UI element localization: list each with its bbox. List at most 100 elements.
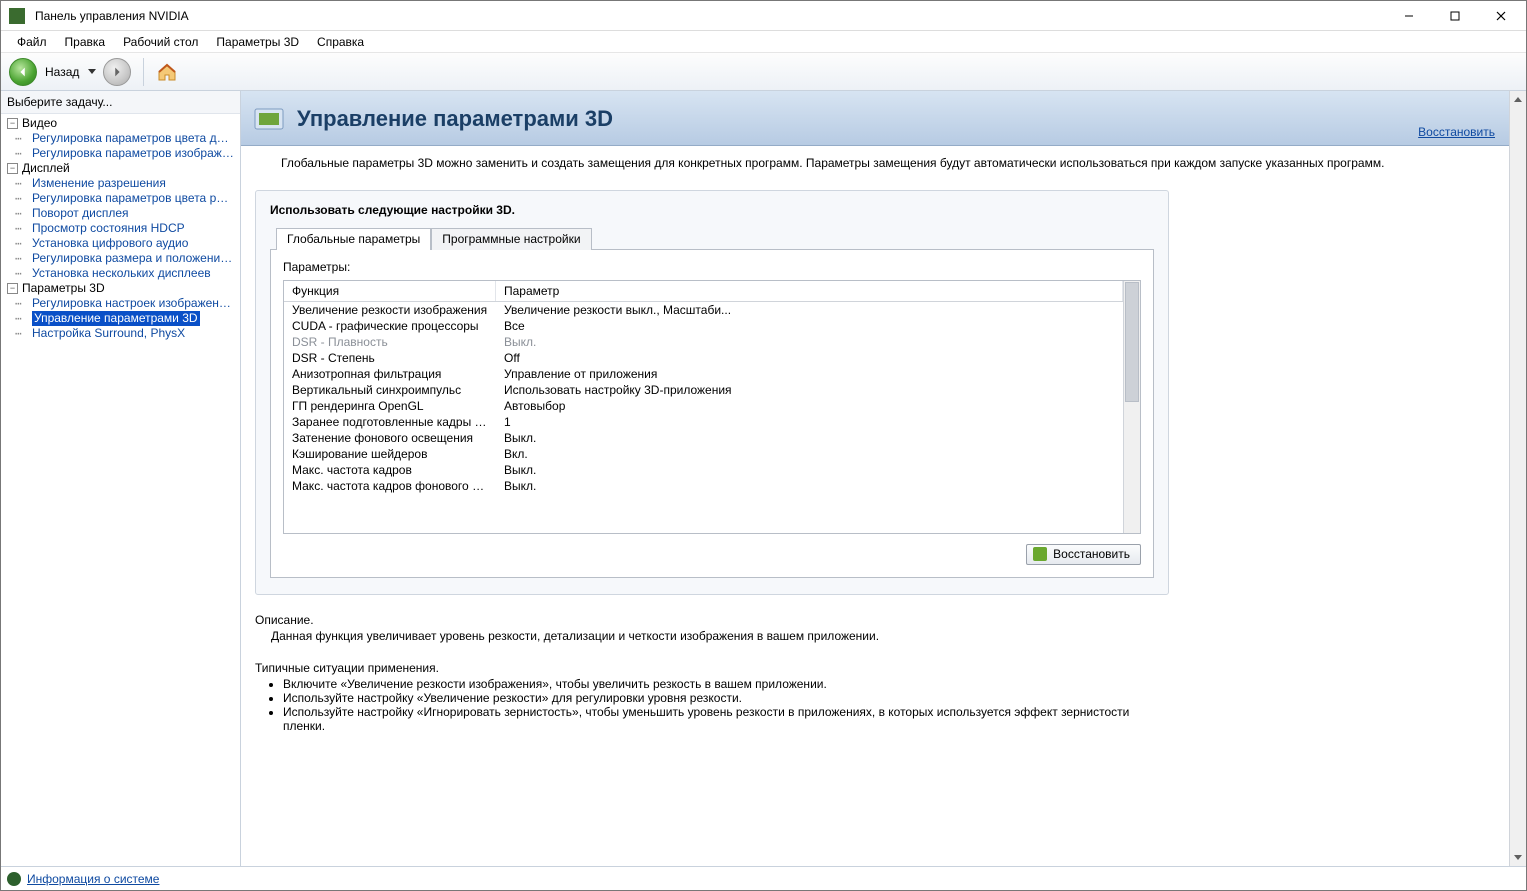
scroll-down-icon[interactable] — [1510, 849, 1526, 866]
description-block: Описание. Данная функция увеличивает уро… — [241, 605, 1509, 647]
table-row[interactable]: Заранее подготовленные кадры вирту...1 — [284, 414, 1123, 430]
cell-function: Кэширование шейдеров — [284, 446, 496, 462]
toolbar: Назад — [1, 53, 1526, 91]
minimize-button[interactable] — [1386, 1, 1432, 31]
cell-function: ГП рендеринга OpenGL — [284, 398, 496, 414]
toolbar-separator — [143, 58, 144, 86]
close-button[interactable] — [1478, 1, 1524, 31]
collapse-icon[interactable]: − — [7, 283, 18, 294]
table-row[interactable]: Макс. частота кадров фонового прило...Вы… — [284, 478, 1123, 494]
maximize-button[interactable] — [1432, 1, 1478, 31]
tree-item[interactable]: Регулировка размера и положения рабо — [32, 251, 234, 266]
cell-function: Макс. частота кадров — [284, 462, 496, 478]
back-label[interactable]: Назад — [45, 65, 79, 79]
usage-item: Используйте настройку «Игнорировать зерн… — [283, 705, 1169, 733]
table-row[interactable]: Увеличение резкости изображенияУвеличени… — [284, 302, 1123, 318]
nvidia-icon — [1033, 547, 1047, 561]
cell-parameter: Выкл. — [496, 462, 1123, 478]
cell-parameter: Все — [496, 318, 1123, 334]
tree-item[interactable]: Установка цифрового аудио — [32, 236, 188, 251]
usage-item: Включите «Увеличение резкости изображени… — [283, 677, 1169, 691]
tree-group-video[interactable]: − Видео — [3, 116, 238, 131]
tree-item[interactable]: Настройка Surround, PhysX — [32, 326, 185, 341]
tree-item-selected[interactable]: Управление параметрами 3D — [32, 311, 200, 326]
menu-3d[interactable]: Параметры 3D — [208, 33, 307, 51]
tree-group-3d[interactable]: − Параметры 3D — [3, 281, 238, 296]
table-row[interactable]: ГП рендеринга OpenGLАвтовыбор — [284, 398, 1123, 414]
settings-title: Использовать следующие настройки 3D. — [270, 203, 1154, 217]
tree-item[interactable]: Регулировка параметров изображения д — [32, 146, 234, 161]
cell-function: Макс. частота кадров фонового прило... — [284, 478, 496, 494]
sidebar-header: Выберите задачу... — [1, 91, 240, 114]
back-dropdown[interactable] — [87, 69, 97, 74]
cell-function: Увеличение резкости изображения — [284, 302, 496, 318]
menu-file[interactable]: Файл — [9, 33, 55, 51]
table-row[interactable]: Макс. частота кадровВыкл. — [284, 462, 1123, 478]
tab-global[interactable]: Глобальные параметры — [276, 228, 431, 250]
collapse-icon[interactable]: − — [7, 118, 18, 129]
cell-parameter: Управление от приложения — [496, 366, 1123, 382]
menu-edit[interactable]: Правка — [57, 33, 114, 51]
tree-item[interactable]: Установка нескольких дисплеев — [32, 266, 211, 281]
restore-button[interactable]: Восстановить — [1026, 544, 1141, 565]
tree-item[interactable]: Просмотр состояния HDCP — [32, 221, 185, 236]
table-row[interactable]: Анизотропная фильтрацияУправление от при… — [284, 366, 1123, 382]
content-scrollbar[interactable] — [1509, 91, 1526, 866]
cell-parameter: Использовать настройку 3D-приложения — [496, 382, 1123, 398]
menubar: Файл Правка Рабочий стол Параметры 3D Сп… — [1, 31, 1526, 53]
sidebar: Выберите задачу... − Видео ⋯Регулировка … — [1, 91, 241, 866]
cell-function: Анизотропная фильтрация — [284, 366, 496, 382]
statusbar: Информация о системе — [1, 866, 1526, 890]
params-label: Параметры: — [283, 260, 1141, 274]
tree-item[interactable]: Регулировка параметров цвета рабочег — [32, 191, 234, 206]
scroll-up-icon[interactable] — [1510, 91, 1526, 108]
table-row[interactable]: Вертикальный синхроимпульсИспользовать н… — [284, 382, 1123, 398]
settings-panel: Использовать следующие настройки 3D. Гло… — [255, 190, 1169, 595]
settings-grid[interactable]: Функция Параметр Увеличение резкости изо… — [283, 280, 1141, 534]
window: Панель управления NVIDIA Файл Правка Раб… — [0, 0, 1527, 891]
cell-parameter: Увеличение резкости выкл., Масштаби... — [496, 302, 1123, 318]
table-row[interactable]: DSR - СтепеньOff — [284, 350, 1123, 366]
tree-item[interactable]: Регулировка параметров цвета для вид — [32, 131, 234, 146]
col-function[interactable]: Функция — [284, 281, 496, 301]
tree-item[interactable]: Регулировка настроек изображения с пр — [32, 296, 234, 311]
usage-item: Используйте настройку «Увеличение резкос… — [283, 691, 1169, 705]
table-row[interactable]: CUDA - графические процессорыВсе — [284, 318, 1123, 334]
sysinfo-link[interactable]: Информация о системе — [27, 872, 159, 886]
cell-function: Заранее подготовленные кадры вирту... — [284, 414, 496, 430]
cell-function: Вертикальный синхроимпульс — [284, 382, 496, 398]
page-description: Глобальные параметры 3D можно заменить и… — [241, 146, 1509, 180]
col-parameter[interactable]: Параметр — [496, 281, 1123, 301]
table-row[interactable]: DSR - ПлавностьВыкл. — [284, 334, 1123, 350]
restore-button-label: Восстановить — [1053, 547, 1130, 561]
app-icon — [9, 8, 25, 24]
cell-parameter: Вкл. — [496, 446, 1123, 462]
table-row[interactable]: Кэширование шейдеровВкл. — [284, 446, 1123, 462]
tree-group-display[interactable]: − Дисплей — [3, 161, 238, 176]
tabs: Глобальные параметры Программные настрой… — [276, 227, 1154, 249]
tab-program[interactable]: Программные настройки — [431, 228, 591, 250]
grid-scrollbar[interactable] — [1123, 281, 1140, 533]
tree-item[interactable]: Изменение разрешения — [32, 176, 166, 191]
scrollbar-thumb[interactable] — [1125, 282, 1139, 402]
grid-header: Функция Параметр — [284, 281, 1123, 302]
forward-button[interactable] — [103, 58, 131, 86]
cell-parameter: Выкл. — [496, 334, 1123, 350]
sysinfo-icon — [7, 872, 21, 886]
restore-defaults-link[interactable]: Восстановить — [1418, 125, 1495, 139]
cell-parameter: Автовыбор — [496, 398, 1123, 414]
tab-body: Параметры: Функция Параметр Увеличение р… — [270, 249, 1154, 578]
menu-desktop[interactable]: Рабочий стол — [115, 33, 206, 51]
collapse-icon[interactable]: − — [7, 163, 18, 174]
task-tree[interactable]: − Видео ⋯Регулировка параметров цвета дл… — [1, 114, 240, 866]
back-button[interactable] — [9, 58, 37, 86]
page-title: Управление параметрами 3D — [297, 106, 613, 132]
description-head: Описание. — [255, 613, 1469, 627]
menu-help[interactable]: Справка — [309, 33, 372, 51]
cell-parameter: Выкл. — [496, 478, 1123, 494]
cell-function: DSR - Степень — [284, 350, 496, 366]
table-row[interactable]: Затенение фонового освещенияВыкл. — [284, 430, 1123, 446]
home-icon[interactable] — [156, 61, 178, 83]
cell-function: Затенение фонового освещения — [284, 430, 496, 446]
tree-item[interactable]: Поворот дисплея — [32, 206, 129, 221]
